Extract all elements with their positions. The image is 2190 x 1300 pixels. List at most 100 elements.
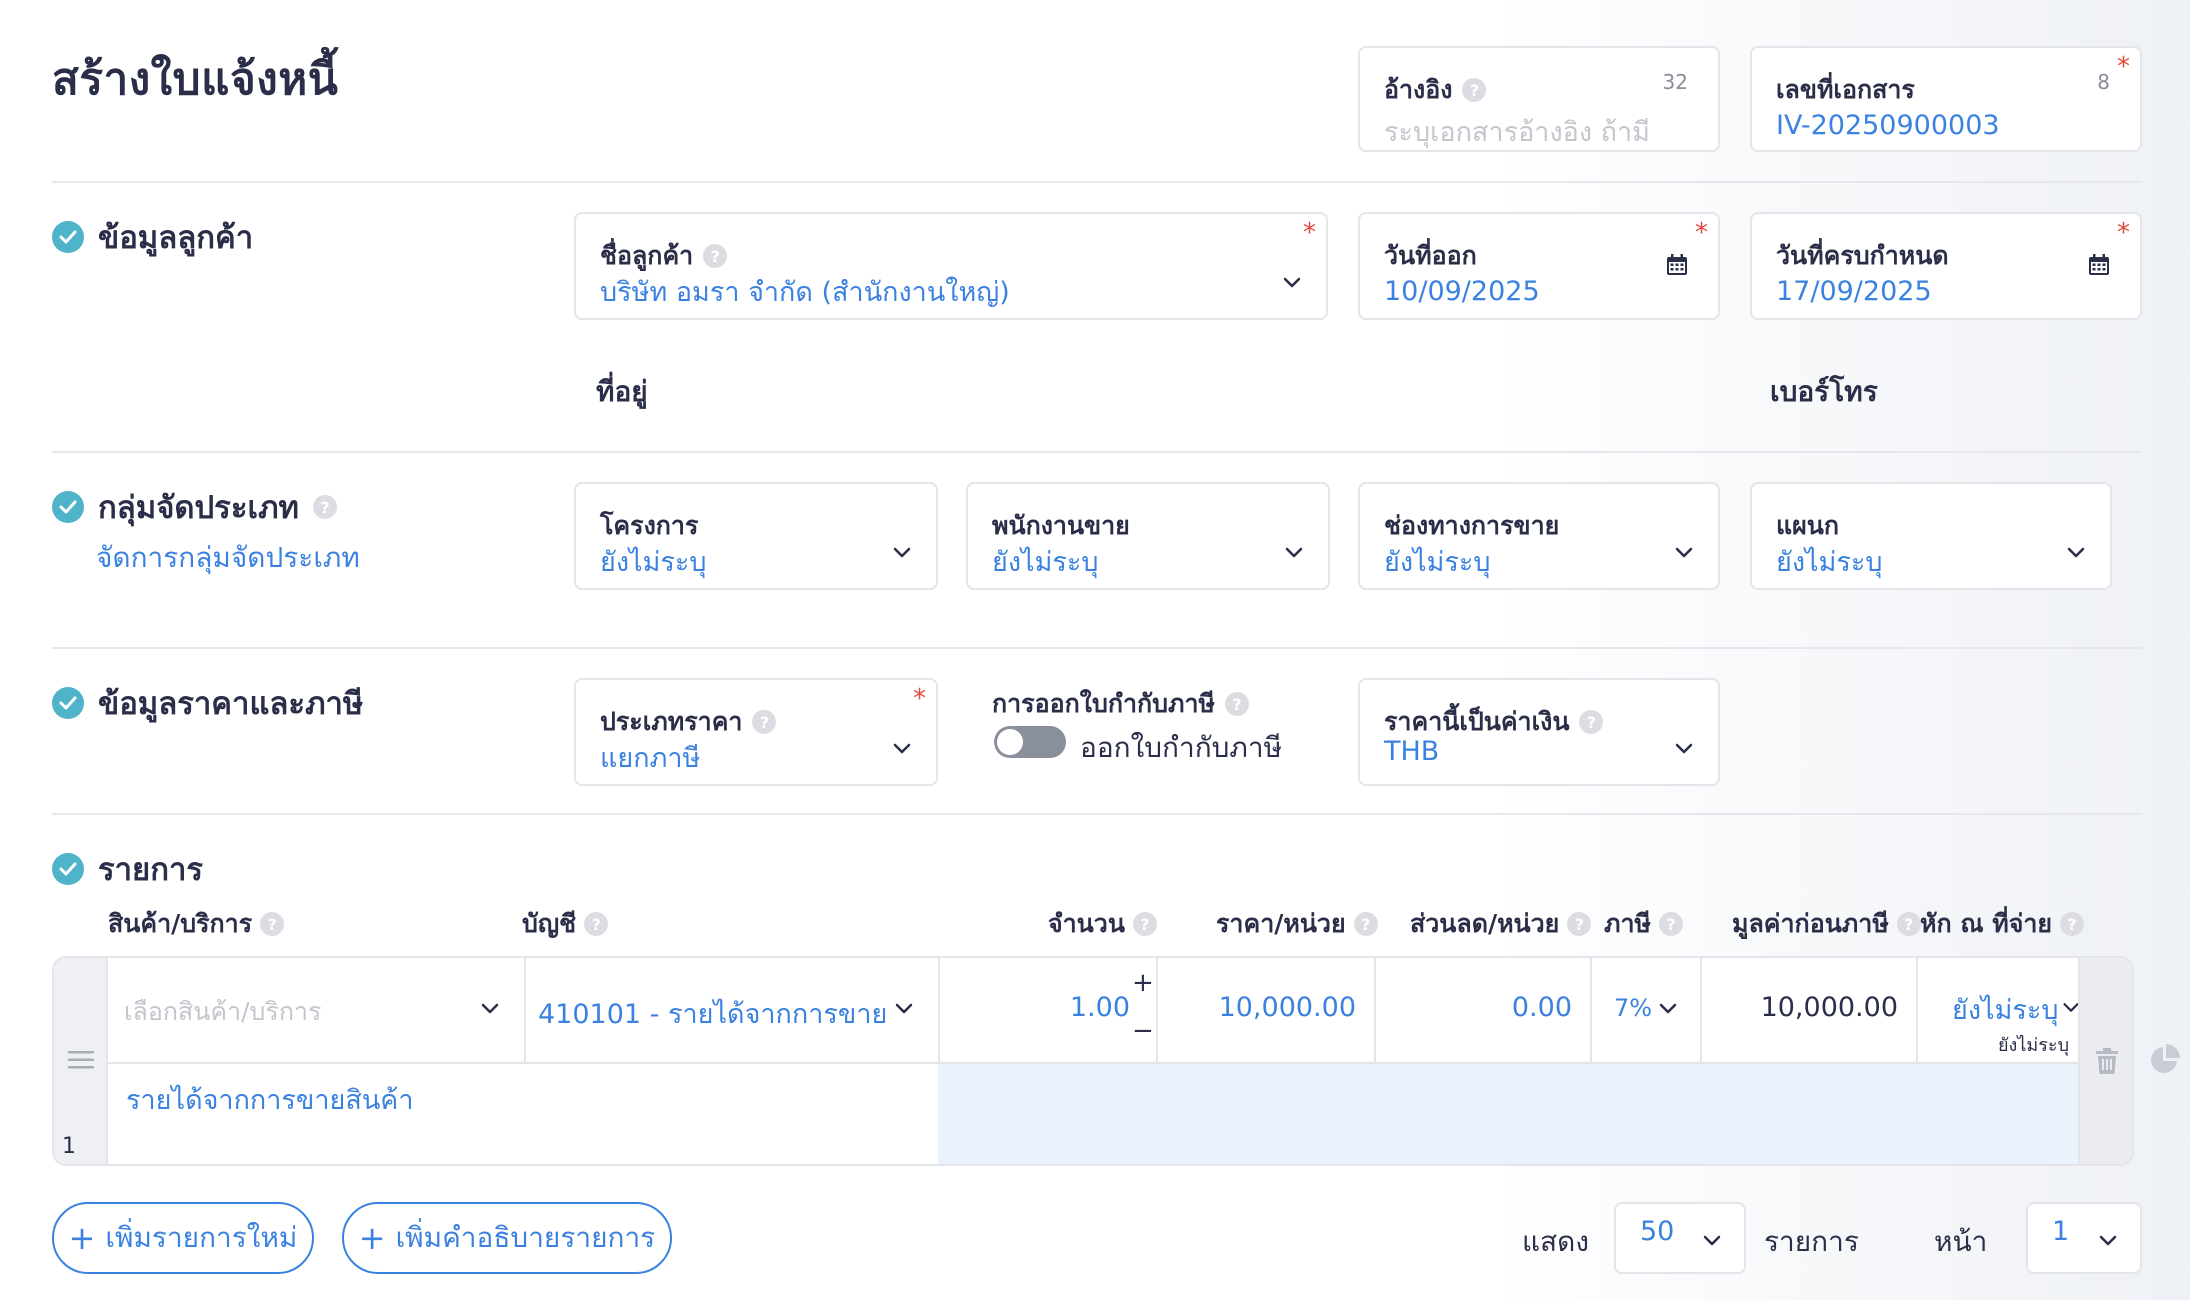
phone-label: เบอร์โทร — [1770, 375, 1878, 408]
help-icon[interactable]: ? — [1567, 912, 1592, 936]
column-header-qty: จำนวน? — [1048, 904, 1157, 944]
issue-date-field[interactable]: วันที่ออก * 10/09/2025 — [1358, 212, 1720, 320]
section-title: รายการ — [98, 852, 204, 888]
check-icon — [52, 491, 84, 523]
column-header-discount: ส่วนลด/หน่วย? — [1410, 904, 1592, 944]
unit-price-input[interactable]: 10,000.00 — [1219, 992, 1356, 1023]
calendar-icon[interactable] — [1666, 254, 1688, 276]
section-title: กลุ่มจัดประเภท — [98, 490, 299, 526]
issue-date-value[interactable]: 10/09/2025 — [1384, 276, 1540, 307]
pre-tax-amount: 10,000.00 — [1760, 992, 1898, 1023]
chevron-down-icon — [1285, 547, 1303, 558]
toggle-knob — [997, 729, 1023, 755]
due-date-value[interactable]: 17/09/2025 — [1776, 276, 1932, 307]
sales-channel-select[interactable]: ช่องทางการขาย ยังไม่ระบุ — [1358, 482, 1720, 590]
tax-select[interactable]: 7% — [1614, 994, 1652, 1022]
product-select[interactable]: เลือกสินค้า/บริการ — [124, 992, 321, 1032]
reference-input[interactable]: ระบุเอกสารอ้างอิง ถ้ามี — [1384, 110, 1650, 153]
drag-handle[interactable]: 1 — [54, 958, 108, 1164]
doc-number-counter: 8 — [2097, 70, 2110, 94]
trash-icon[interactable] — [2096, 1048, 2118, 1074]
doc-number-field[interactable]: เลขที่เอกสาร 8 * IV-20250900003 — [1750, 46, 2142, 152]
help-icon[interactable]: ? — [584, 912, 609, 936]
chevron-down-icon — [1659, 1003, 1677, 1014]
help-icon[interactable]: ? — [1659, 912, 1683, 936]
due-date-field[interactable]: วันที่ครบกำหนด * 17/09/2025 — [1750, 212, 2142, 320]
price-type-select[interactable]: ประเภทราคา? * แยกภาษี — [574, 678, 938, 786]
tax-invoice-toggle-text: ออกใบกำกับภาษี — [1080, 731, 1283, 764]
help-icon[interactable]: ? — [752, 710, 777, 734]
items-section-header: รายการ — [52, 844, 203, 894]
help-icon[interactable]: ? — [2060, 912, 2085, 936]
help-icon[interactable]: ? — [1896, 912, 1921, 936]
calendar-icon[interactable] — [2088, 254, 2110, 276]
chevron-down-icon — [2067, 547, 2085, 558]
withholding-select[interactable]: ยังไม่ระบุ — [1952, 988, 2059, 1031]
customer-section-header: ข้อมูลลูกค้า — [52, 212, 253, 262]
chevron-down-icon — [481, 1003, 499, 1014]
tax-invoice-heading: การออกใบกำกับภาษี? — [992, 684, 1250, 724]
tax-invoice-label: การออกใบกำกับภาษี — [992, 689, 1216, 718]
pie-chart-icon[interactable] — [2148, 1044, 2180, 1076]
department-select[interactable]: แผนก ยังไม่ระบุ — [1750, 482, 2112, 590]
chevron-down-icon — [895, 1003, 913, 1014]
project-select[interactable]: โครงการ ยังไม่ระบุ — [574, 482, 938, 590]
customer-name-value: บริษัท อมรา จำกัด (สำนักงานใหญ่) — [600, 277, 1010, 308]
account-select[interactable]: 410101 - รายได้จากการขาย... — [538, 992, 888, 1035]
salesperson-select[interactable]: พนักงานขาย ยังไม่ระบุ — [966, 482, 1330, 590]
column-header-label: ส่วนลด/หน่วย — [1410, 909, 1560, 938]
withholding-sub-label: ยังไม่ระบุ — [1998, 1035, 2070, 1056]
doc-number-input[interactable]: IV-20250900003 — [1776, 110, 2000, 141]
row-number: 1 — [62, 1134, 76, 1159]
column-header-label: จำนวน — [1048, 909, 1125, 938]
column-header-withholding: หัก ณ ที่จ่าย? — [1920, 904, 2085, 944]
help-icon[interactable]: ? — [1579, 710, 1604, 734]
check-icon — [52, 221, 84, 253]
price-type-value: แยกภาษี — [600, 743, 701, 774]
page-size-value: 50 — [1640, 1216, 1675, 1247]
column-header-account: บัญชี? — [522, 904, 609, 944]
column-header-product: สินค้า/บริการ? — [108, 904, 285, 944]
category-section-header: กลุ่มจัดประเภท ? — [52, 482, 337, 532]
divider — [52, 181, 2142, 183]
manage-category-link[interactable]: จัดการกลุ่มจัดประเภท — [96, 536, 360, 580]
plus-icon[interactable]: + — [1132, 968, 1154, 998]
currency-select[interactable]: ราคานี้เป็นค่าเงิน? THB — [1358, 678, 1720, 786]
minus-icon[interactable]: − — [1132, 1016, 1154, 1046]
reference-label: อ้างอิง — [1384, 75, 1453, 104]
delete-column — [2078, 958, 2132, 1164]
page-size-select[interactable]: 50 — [1614, 1202, 1746, 1274]
items-table: 1 เลือกสินค้า/บริการ 410101 - รายได้จากก… — [52, 956, 2134, 1166]
column-header-label: หัก ณ ที่จ่าย — [1920, 909, 2053, 938]
discount-input[interactable]: 0.00 — [1512, 992, 1572, 1023]
qty-input[interactable]: 1.00 — [1070, 992, 1130, 1023]
help-icon[interactable]: ? — [312, 495, 337, 519]
customer-name-select[interactable]: ชื่อลูกค้า? * บริษัท อมรา จำกัด (สำนักงา… — [574, 212, 1328, 320]
required-marker: * — [2117, 52, 2130, 82]
section-title: ข้อมูลลูกค้า — [98, 220, 254, 256]
page-number-value: 1 — [2052, 1216, 2070, 1247]
add-description-button[interactable]: + เพิ่มคำอธิบายรายการ — [342, 1202, 672, 1274]
add-item-button[interactable]: + เพิ่มรายการใหม่ — [52, 1202, 314, 1274]
help-icon[interactable]: ? — [1225, 692, 1250, 716]
issue-date-label: วันที่ออก — [1384, 241, 1477, 270]
description-input[interactable]: รายได้จากการขายสินค้า — [126, 1078, 414, 1121]
help-icon[interactable]: ? — [1462, 78, 1487, 102]
items-label: รายการ — [1764, 1225, 1859, 1258]
help-icon[interactable]: ? — [260, 912, 285, 936]
price-section-header: ข้อมูลราคาและภาษี — [52, 678, 363, 728]
required-marker: * — [1303, 218, 1316, 248]
reference-field[interactable]: อ้างอิง? 32 ระบุเอกสารอ้างอิง ถ้ามี — [1358, 46, 1720, 152]
column-header-pre-tax: มูลค่าก่อนภาษี? — [1732, 904, 1921, 944]
help-icon[interactable]: ? — [1132, 912, 1157, 936]
help-icon[interactable]: ? — [703, 244, 728, 268]
plus-icon: + — [358, 1219, 386, 1257]
reference-counter: 32 — [1662, 70, 1688, 94]
tax-invoice-toggle[interactable] — [994, 726, 1066, 758]
currency-value: THB — [1384, 736, 1440, 767]
help-icon[interactable]: ? — [1353, 912, 1378, 936]
drag-icon[interactable] — [68, 1050, 94, 1070]
page-label: หน้า — [1934, 1225, 1988, 1258]
page-number-select[interactable]: 1 — [2026, 1202, 2142, 1274]
cell-divider — [1700, 958, 1702, 1062]
